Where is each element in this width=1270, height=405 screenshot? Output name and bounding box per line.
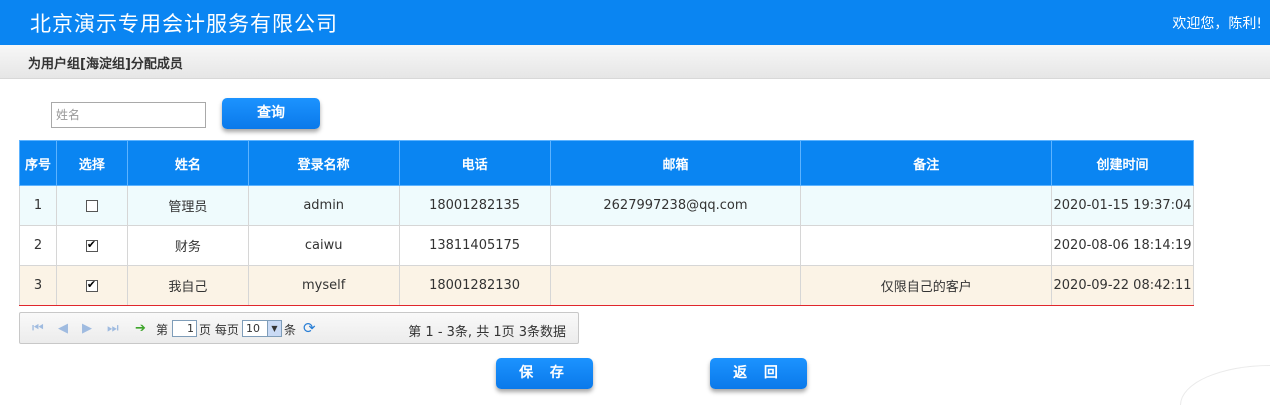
cell-login: myself <box>248 265 400 306</box>
pagination-info: 第 1 - 3条, 共 1页 3条数据 <box>408 325 566 340</box>
row-checkbox[interactable] <box>85 199 98 212</box>
row-checkbox[interactable] <box>85 238 98 252</box>
query-button[interactable]: 查询 <box>222 98 320 129</box>
page-suffix-label: 页 每页 <box>199 323 239 337</box>
page-title: 为用户组[海淀组]分配成员 <box>28 57 183 72</box>
page-prefix-label: 第 <box>156 323 169 337</box>
cell-email <box>550 225 802 266</box>
cell-note <box>800 185 1053 226</box>
name-search-input[interactable] <box>51 102 206 128</box>
next-page-icon[interactable]: ▶ <box>82 321 92 336</box>
cell-email <box>550 265 802 306</box>
page-number-input[interactable]: 1 <box>172 320 197 337</box>
column-header-phone: 电话 <box>398 140 551 186</box>
cell-select <box>56 265 128 306</box>
cell-email: 2627997238@qq.com <box>550 185 802 226</box>
prev-page-icon[interactable]: ◀ <box>58 321 68 336</box>
cell-note: 仅限自己的客户 <box>800 265 1053 306</box>
welcome-text: 欢迎您，陈利! <box>1172 16 1262 32</box>
cell-index: 1 <box>19 185 57 226</box>
cell-login: caiwu <box>248 225 400 266</box>
cell-phone: 13811405175 <box>399 225 551 266</box>
decorative-watermark <box>1180 365 1270 405</box>
cell-name: 财务 <box>127 225 249 266</box>
row-checkbox[interactable] <box>85 278 98 292</box>
first-page-icon[interactable]: ⏮ <box>32 321 44 336</box>
back-button[interactable]: 返 回 <box>710 358 807 389</box>
column-header-email: 邮箱 <box>549 140 802 186</box>
cell-note <box>800 225 1053 266</box>
table-row[interactable]: 2 财务 caiwu 13811405175 2020-08-06 18:14:… <box>19 225 1194 266</box>
page-size-value: 10 <box>246 322 260 335</box>
last-page-icon[interactable]: ⏭ <box>107 321 119 336</box>
column-header-select: 选择 <box>55 140 128 186</box>
column-header-note: 备注 <box>800 140 1053 186</box>
cell-index: 2 <box>19 225 57 266</box>
cell-created: 2020-08-06 18:14:19 <box>1051 225 1194 266</box>
table-header-row: 序号 选择 姓名 登录名称 电话 邮箱 备注 创建时间 <box>19 140 1194 186</box>
page-size-suffix: 条 <box>284 323 297 337</box>
cell-created: 2020-01-15 19:37:04 <box>1051 185 1194 226</box>
members-table: 序号 选择 姓名 登录名称 电话 邮箱 备注 创建时间 1 管理员 admin … <box>19 140 1194 306</box>
chevron-down-icon: ▼ <box>267 321 281 336</box>
save-button[interactable]: 保 存 <box>496 358 593 389</box>
top-bar: 北京演示专用会计服务有限公司 欢迎您，陈利! <box>0 0 1270 45</box>
column-header-name: 姓名 <box>126 140 249 186</box>
cell-phone: 18001282135 <box>399 185 551 226</box>
cell-name: 管理员 <box>127 185 249 226</box>
column-header-created: 创建时间 <box>1051 140 1194 186</box>
table-row[interactable]: 1 管理员 admin 18001282135 2627997238@qq.co… <box>19 185 1194 226</box>
go-arrow-icon[interactable]: ➔ <box>135 321 146 336</box>
cell-index: 3 <box>19 265 57 306</box>
pagination-bar: ⏮ ◀ ▶ ⏭ ➔ 第 1 页 每页 10 ▼ 条 ⟳ 第 1 - 3条, 共 … <box>19 312 579 344</box>
cell-phone: 18001282130 <box>399 265 551 306</box>
cell-created: 2020-09-22 08:42:11 <box>1051 265 1194 306</box>
cell-name: 我自己 <box>127 265 249 306</box>
cell-select <box>56 185 128 226</box>
refresh-icon[interactable]: ⟳ <box>303 319 316 337</box>
cell-select <box>56 225 128 266</box>
cell-login: admin <box>248 185 400 226</box>
company-name: 北京演示专用会计服务有限公司 <box>30 12 338 36</box>
column-header-index: 序号 <box>19 140 57 186</box>
table-row[interactable]: 3 我自己 myself 18001282130 仅限自己的客户 2020-09… <box>19 265 1194 306</box>
column-header-login: 登录名称 <box>247 140 400 186</box>
sub-header: 为用户组[海淀组]分配成员 <box>0 45 1270 79</box>
page-size-select[interactable]: 10 ▼ <box>242 320 282 337</box>
